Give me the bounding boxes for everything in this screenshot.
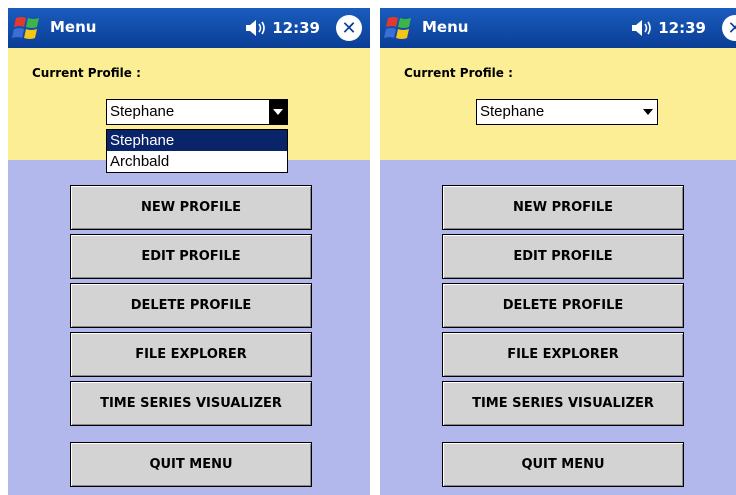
screen-left: Menu 12:39 ✕ Current Profile : Stephane … <box>8 8 370 495</box>
delete-profile-button[interactable]: DELETE PROFILE <box>70 283 312 328</box>
edit-profile-button[interactable]: EDIT PROFILE <box>70 234 312 279</box>
chevron-down-icon[interactable] <box>269 100 287 124</box>
close-icon[interactable]: ✕ <box>722 15 736 41</box>
profile-dropdown-list: Stephane Archbald <box>106 129 288 173</box>
time-series-visualizer-button[interactable]: TIME SERIES VISUALIZER <box>442 381 684 426</box>
chevron-down-icon[interactable] <box>639 100 657 124</box>
new-profile-button[interactable]: NEW PROFILE <box>70 185 312 230</box>
quit-menu-button[interactable]: QUIT MENU <box>70 442 312 487</box>
file-explorer-button[interactable]: FILE EXPLORER <box>442 332 684 377</box>
quit-menu-button[interactable]: QUIT MENU <box>442 442 684 487</box>
title-bar: Menu 12:39 ✕ <box>8 8 370 48</box>
time-series-visualizer-button[interactable]: TIME SERIES VISUALIZER <box>70 381 312 426</box>
screen-right: Menu 12:39 ✕ Current Profile : Stephane … <box>380 8 736 495</box>
windows-flag-icon[interactable] <box>383 15 417 41</box>
app-title: Menu <box>50 18 97 36</box>
profile-select[interactable]: Stephane <box>476 99 658 125</box>
current-profile-label: Current Profile : <box>32 66 141 80</box>
title-bar: Menu 12:39 ✕ <box>380 8 736 48</box>
profile-select-value: Stephane <box>110 103 175 120</box>
speaker-icon[interactable] <box>244 17 268 39</box>
edit-profile-button[interactable]: EDIT PROFILE <box>442 234 684 279</box>
speaker-icon[interactable] <box>630 17 654 39</box>
windows-flag-icon[interactable] <box>11 15 45 41</box>
dropdown-option-archbald[interactable]: Archbald <box>107 151 287 172</box>
clock: 12:39 <box>658 19 706 37</box>
clock: 12:39 <box>272 19 320 37</box>
delete-profile-button[interactable]: DELETE PROFILE <box>442 283 684 328</box>
profile-select-value: Stephane <box>480 103 545 120</box>
new-profile-button[interactable]: NEW PROFILE <box>442 185 684 230</box>
current-profile-label: Current Profile : <box>404 66 513 80</box>
close-icon[interactable]: ✕ <box>336 15 362 41</box>
file-explorer-button[interactable]: FILE EXPLORER <box>70 332 312 377</box>
app-title: Menu <box>422 18 469 36</box>
profile-panel: Current Profile : Stephane <box>380 48 736 160</box>
profile-select[interactable]: Stephane <box>106 99 288 125</box>
dropdown-option-stephane[interactable]: Stephane <box>107 130 287 151</box>
